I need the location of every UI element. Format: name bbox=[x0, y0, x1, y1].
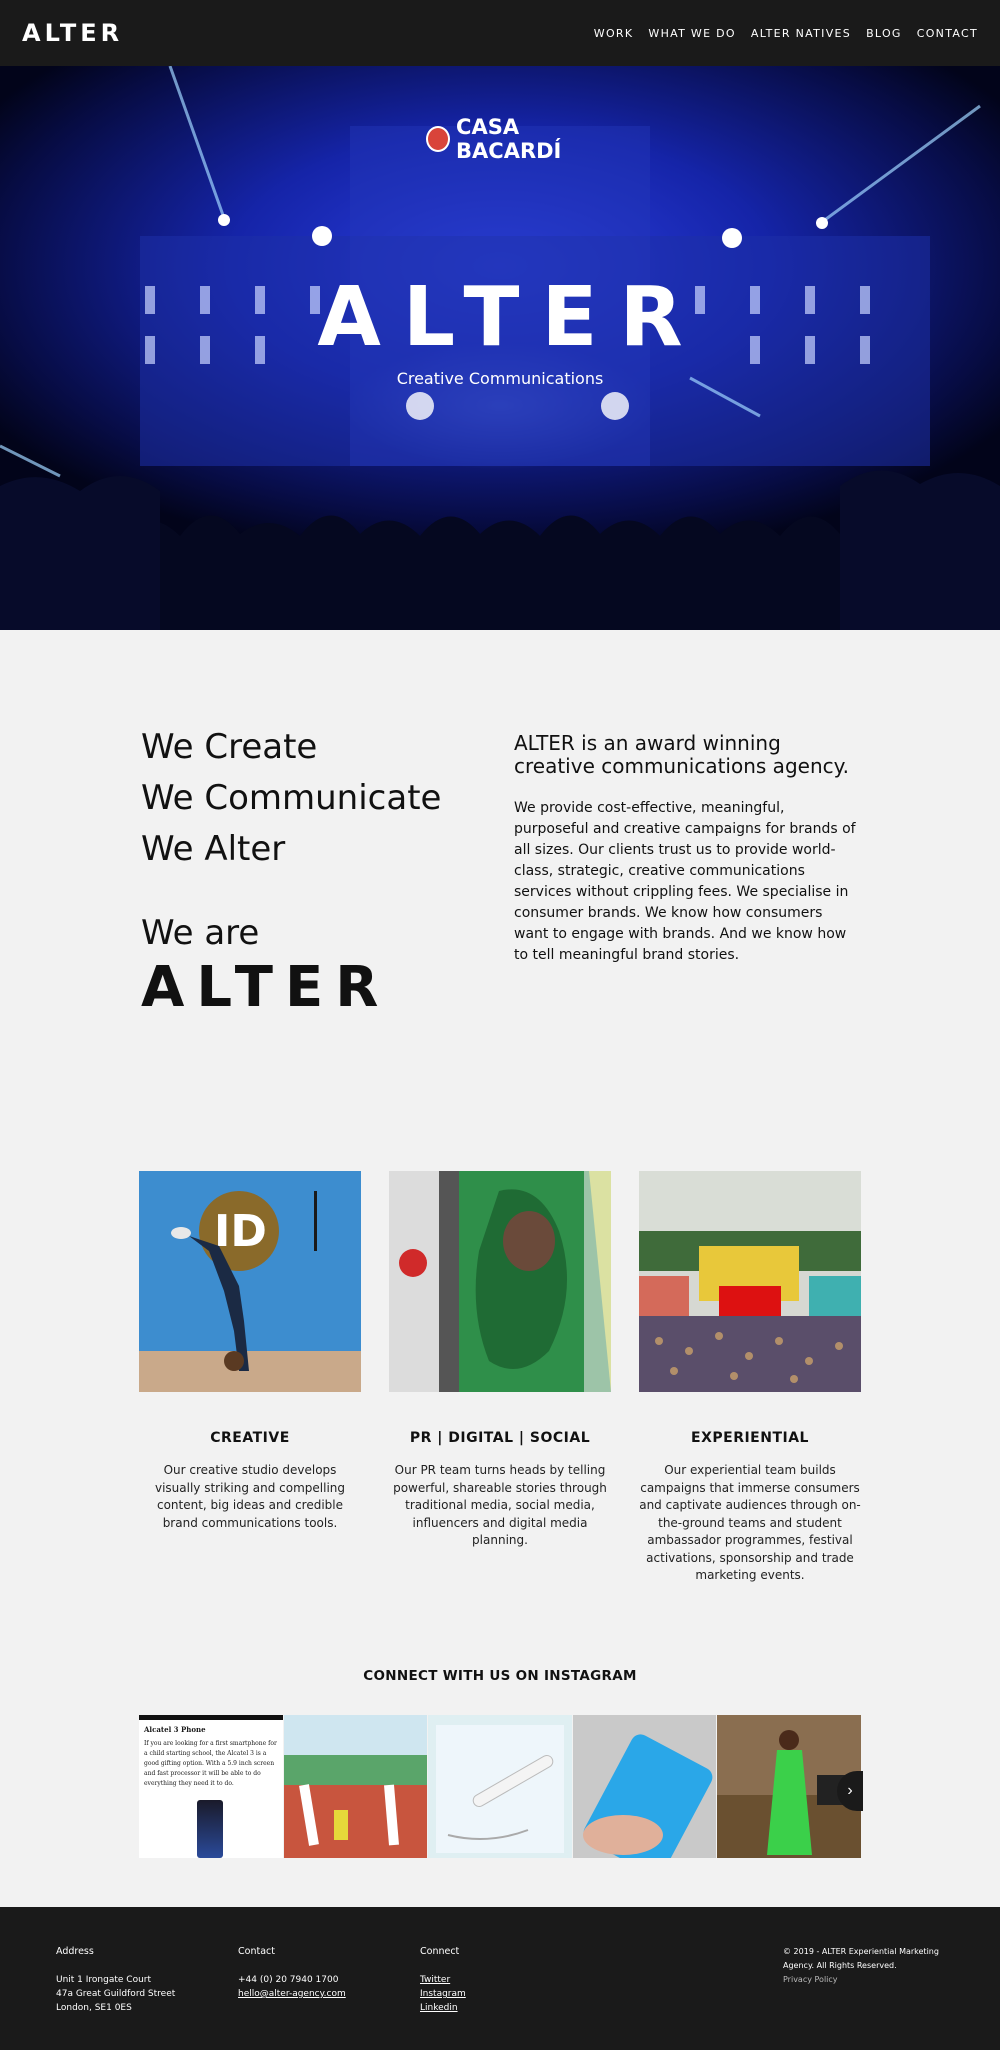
intro-description: ALTER is an award winning creative commu… bbox=[514, 732, 860, 966]
tagline-communicate: We Communicate bbox=[141, 778, 442, 818]
brand-sign: CASA BACARDÍ bbox=[426, 115, 616, 163]
hero-subtitle: Creative Communications bbox=[396, 369, 604, 388]
footer-legal: © 2019 - ALTER Experiential Marketing Ag… bbox=[783, 1945, 943, 1987]
service-title-pr: PR | DIGITAL | SOCIAL bbox=[409, 1430, 591, 1446]
twitter-link[interactable]: Twitter bbox=[420, 1973, 466, 1987]
site-footer: Address Unit 1 Irongate Court 47a Great … bbox=[0, 1907, 1000, 2050]
intro-body: We provide cost-effective, meaningful, p… bbox=[514, 800, 856, 963]
footer-phone: +44 (0) 20 7940 1700 bbox=[238, 1975, 339, 1985]
instagram-link[interactable]: Instagram bbox=[420, 1987, 466, 2001]
nav-what-we-do[interactable]: WHAT WE DO bbox=[648, 27, 736, 40]
service-pr: PR | DIGITAL | SOCIAL Our PR team turns … bbox=[389, 1171, 611, 1550]
address-line: London, SE1 0ES bbox=[56, 2003, 132, 2013]
service-title-creative: CREATIVE bbox=[210, 1430, 290, 1446]
brand-sign-text: CASA BACARDÍ bbox=[456, 115, 562, 163]
post-article: Alcatel 3 Phone If you are looking for a… bbox=[139, 1720, 283, 1789]
instagram-feed: Alcatel 3 Phone If you are looking for a… bbox=[139, 1715, 861, 1858]
we-are-brand: ALTER bbox=[141, 955, 391, 1020]
mural-image bbox=[389, 1171, 611, 1392]
tagline-create: We Create bbox=[141, 727, 318, 767]
footer-contact-label: Contact bbox=[238, 1946, 275, 1957]
tagline-alter: We Alter bbox=[141, 829, 286, 869]
footer-contact: Contact +44 (0) 20 7940 1700 hello@alter… bbox=[238, 1945, 346, 2001]
service-creative: ID CREATIVE Our creative studio develops… bbox=[139, 1171, 361, 1532]
instagram-title: CONNECT WITH US ON INSTAGRAM bbox=[363, 1668, 637, 1684]
service-title-experiential: EXPERIENTIAL bbox=[691, 1430, 809, 1446]
instagram-post[interactable] bbox=[572, 1715, 717, 1858]
nav-contact[interactable]: CONTACT bbox=[917, 27, 978, 40]
creative-photo[interactable]: ID bbox=[139, 1171, 361, 1392]
breakdancer-image: ID bbox=[139, 1171, 361, 1392]
festival-image bbox=[639, 1171, 861, 1392]
address-line: 47a Great Guildford Street bbox=[56, 1989, 176, 1999]
privacy-policy-link[interactable]: Privacy Policy bbox=[783, 1973, 943, 1987]
site-header: ALTER WORK WHAT WE DO ALTER NATIVES BLOG… bbox=[0, 0, 1000, 66]
pr-photo[interactable] bbox=[389, 1171, 611, 1392]
instagram-post[interactable] bbox=[283, 1715, 428, 1858]
nav-work[interactable]: WORK bbox=[594, 27, 634, 40]
post-title: Alcatel 3 Phone bbox=[144, 1725, 206, 1734]
experiential-photo[interactable] bbox=[639, 1171, 861, 1392]
main-nav: WORK WHAT WE DO ALTER NATIVES BLOG CONTA… bbox=[594, 27, 978, 40]
footer-address-label: Address bbox=[56, 1946, 94, 1957]
phone-image bbox=[197, 1800, 223, 1858]
service-experiential: EXPERIENTIAL Our experiential team build… bbox=[639, 1171, 861, 1585]
hero-title: ALTER bbox=[317, 270, 705, 365]
nav-alter-natives[interactable]: ALTER NATIVES bbox=[751, 27, 851, 40]
copyright-text: © 2019 - ALTER Experiential Marketing Ag… bbox=[783, 1947, 939, 1970]
cricket-image bbox=[283, 1715, 428, 1858]
post-text: If you are looking for a first smartphon… bbox=[144, 1740, 277, 1787]
site-logo[interactable]: ALTER bbox=[22, 19, 123, 47]
linkedin-link[interactable]: Linkedin bbox=[420, 2001, 466, 2015]
service-text-creative: Our creative studio develops visually st… bbox=[154, 1463, 346, 1530]
we-are-label: We are bbox=[141, 913, 260, 953]
footer-connect: Connect Twitter Instagram Linkedin bbox=[420, 1945, 466, 2015]
footer-connect-label: Connect bbox=[420, 1946, 460, 1957]
blue-phone-image bbox=[572, 1715, 717, 1858]
bat-logo-icon bbox=[426, 126, 451, 152]
intro-taglines: We Create We Communicate We Alter We are… bbox=[141, 722, 481, 1020]
intro-heading: ALTER is an award winning creative commu… bbox=[514, 731, 849, 778]
address-line: Unit 1 Irongate Court bbox=[56, 1975, 152, 1985]
service-text-pr: Our PR team turns heads by telling power… bbox=[393, 1463, 607, 1547]
toothbrush-image bbox=[428, 1715, 572, 1858]
svg-text:ID: ID bbox=[214, 1206, 267, 1257]
footer-email-link[interactable]: hello@alter-agency.com bbox=[238, 1987, 346, 2001]
hero-banner: CASA BACARDÍ ALTER Creative Communicatio… bbox=[0, 66, 1000, 630]
instagram-post[interactable] bbox=[428, 1715, 572, 1858]
nav-blog[interactable]: BLOG bbox=[866, 27, 902, 40]
instagram-post[interactable]: Alcatel 3 Phone If you are looking for a… bbox=[139, 1715, 283, 1858]
footer-address: Address Unit 1 Irongate Court 47a Great … bbox=[56, 1945, 175, 2015]
service-text-experiential: Our experiential team builds campaigns t… bbox=[639, 1463, 861, 1582]
